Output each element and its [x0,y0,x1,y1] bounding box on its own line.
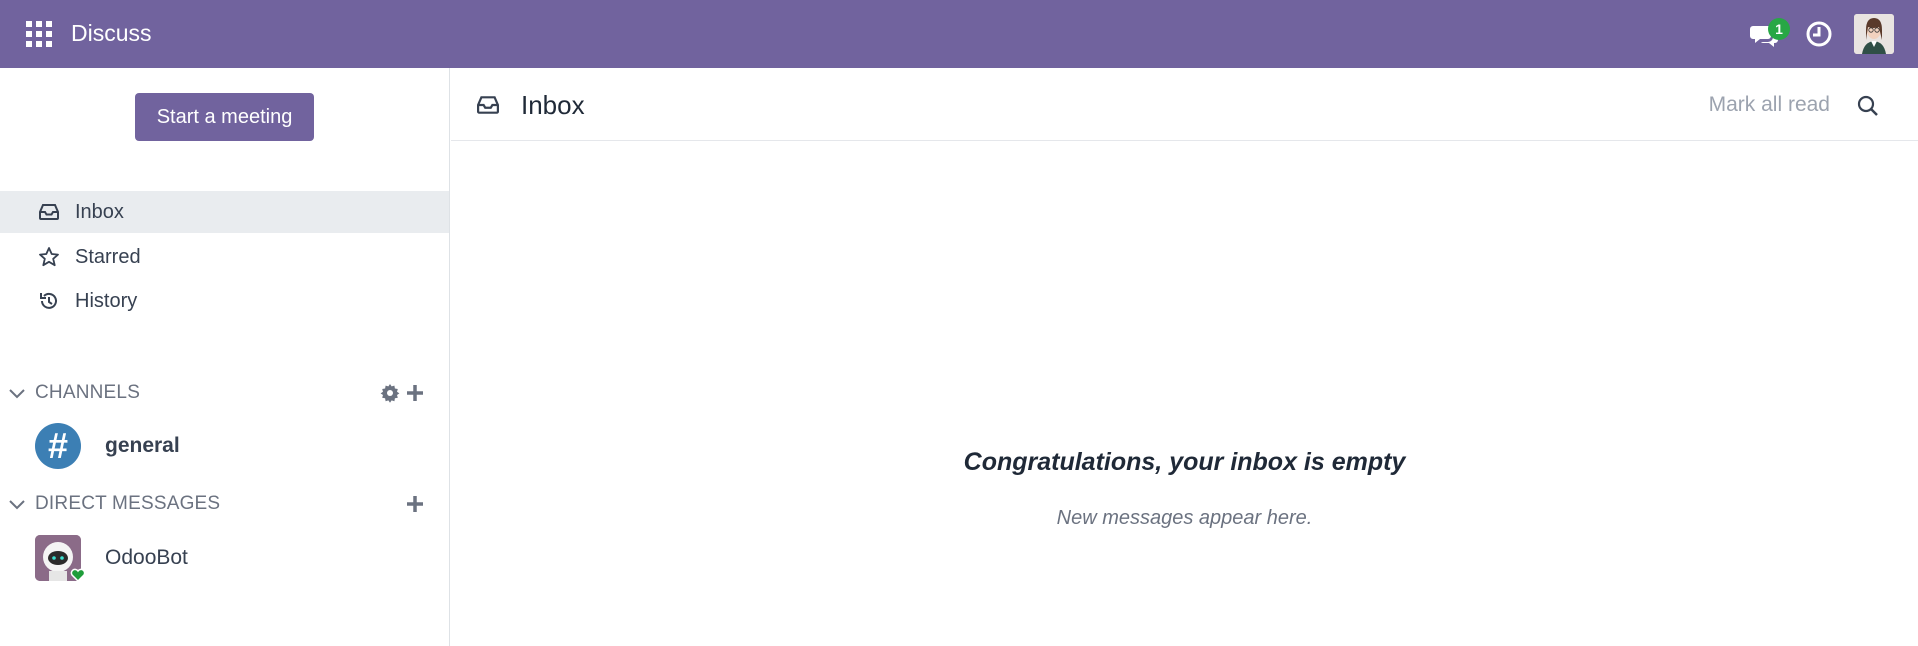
inbox-icon [38,201,60,223]
user-avatar[interactable] [1854,14,1894,54]
sidebar-item-label: History [75,289,138,312]
dm-name: OdooBot [105,546,188,569]
channel-item-general[interactable]: # general [0,418,449,474]
chevron-down-icon[interactable] [8,496,26,514]
messaging-menu[interactable]: 1 [1746,16,1790,52]
empty-inbox-subtitle: New messages appear here. [1056,507,1313,529]
sidebar-item-starred[interactable]: Starred [0,236,449,278]
inbox-icon [477,96,499,114]
add-channel-icon[interactable] [405,383,425,403]
channels-category: CHANNELS [0,376,449,410]
direct-messages-header[interactable]: DIRECT MESSAGES [35,493,220,515]
sidebar-item-inbox[interactable]: Inbox [0,191,449,233]
sidebar-item-label: Starred [75,245,141,268]
star-icon [38,246,60,268]
history-icon [38,290,60,312]
start-meeting-button[interactable]: Start a meeting [135,93,314,141]
apps-grid-icon[interactable] [26,21,52,47]
clock-icon[interactable] [1804,19,1834,49]
sidebar-item-label: Inbox [75,200,124,223]
navbar-systray: 1 [1746,12,1894,56]
search-icon[interactable] [1856,94,1880,118]
channel-name: general [105,434,180,457]
online-heart-icon [70,568,86,582]
channels-header[interactable]: CHANNELS [35,382,140,404]
mark-all-read-button[interactable]: Mark all read [1709,93,1830,117]
top-navbar: Discuss 1 [0,0,1918,68]
empty-inbox-title: Congratulations, your inbox is empty [963,448,1406,476]
gear-icon[interactable] [380,383,400,403]
channel-avatar: # [35,423,81,469]
app-title[interactable]: Discuss [71,20,152,47]
chevron-down-icon[interactable] [8,385,26,403]
direct-messages-category: DIRECT MESSAGES [0,487,449,521]
messages-count-badge: 1 [1768,18,1790,40]
add-direct-message-icon[interactable] [405,494,425,514]
thread-title: Inbox [521,90,585,120]
sidebar-item-history[interactable]: History [0,280,449,322]
thread-header: Inbox Mark all read [451,68,1918,141]
dm-item-odoobot[interactable]: OdooBot [0,530,449,586]
discuss-sidebar: Start a meeting Inbox Starred History CH… [0,68,450,646]
